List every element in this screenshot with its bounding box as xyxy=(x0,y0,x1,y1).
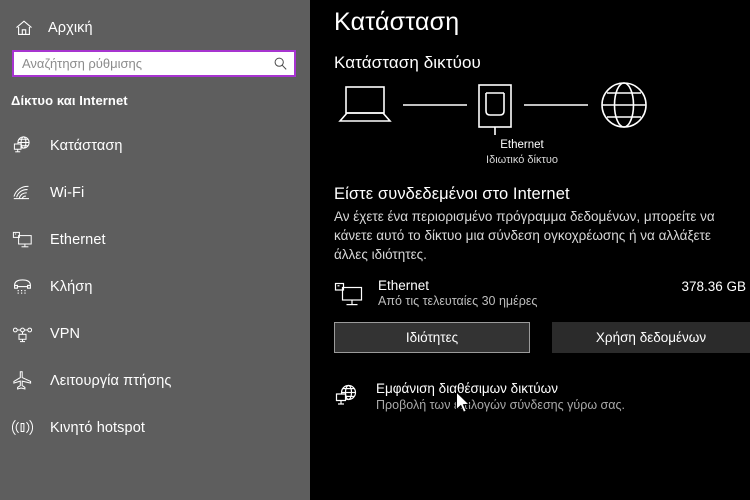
airplane-icon xyxy=(12,370,33,391)
dialup-phone-icon xyxy=(12,276,33,297)
section-heading: Κατάσταση δικτύου xyxy=(334,53,481,72)
network-diagram: Ethernet Ιδιωτικό δίκτυο xyxy=(334,81,750,171)
sidebar-item-wifi[interactable]: Wi-Fi xyxy=(0,169,310,216)
sidebar-item-label: Κλήση xyxy=(50,278,93,295)
home-nav-item[interactable]: Αρχική xyxy=(0,0,310,42)
sidebar-item-mobile-hotspot[interactable]: Κινητό hotspot xyxy=(0,404,310,451)
sidebar-item-airplane-mode[interactable]: Λειτουργία πτήσης xyxy=(0,357,310,404)
sidebar-item-label: Κινητό hotspot xyxy=(50,419,145,436)
ethernet-icon xyxy=(12,229,33,250)
adapter-subtitle: Από τις τελευταίες 30 ημέρες xyxy=(378,294,538,308)
connection-status-heading: Είστε συνδεδεμένοι στο Internet xyxy=(334,185,570,203)
search-icon[interactable] xyxy=(273,56,288,71)
home-nav-label: Αρχική xyxy=(48,19,93,36)
settings-window: Αρχική Δίκτυο και Internet xyxy=(0,0,750,500)
wifi-icon xyxy=(12,182,33,203)
search-input[interactable] xyxy=(22,52,273,75)
sidebar-item-label: VPN xyxy=(50,325,81,342)
sidebar-item-label: Λειτουργία πτήσης xyxy=(50,372,172,389)
diagram-network-type: Ιδιωτικό δίκτυο xyxy=(486,154,558,166)
ethernet-port-icon xyxy=(478,84,512,135)
data-usage-button[interactable]: Χρήση δεδομένων xyxy=(552,322,750,353)
vpn-icon xyxy=(12,323,33,344)
ethernet-adapter-icon xyxy=(334,281,364,309)
settings-sidebar: Αρχική Δίκτυο και Internet xyxy=(0,0,310,500)
mobile-hotspot-icon xyxy=(11,417,34,438)
sidebar-item-dialup[interactable]: Κλήση xyxy=(0,263,310,310)
sidebar-item-ethernet[interactable]: Ethernet xyxy=(0,216,310,263)
sidebar-category-title: Δίκτυο και Internet xyxy=(11,93,128,108)
show-networks-subtitle: Προβολή των επιλογών σύνδεσης γύρω σας. xyxy=(376,398,625,412)
globe-icon xyxy=(601,82,647,128)
show-networks-title: Εμφάνιση διαθέσιμων δικτύων xyxy=(376,381,558,396)
status-globe-icon xyxy=(12,135,33,156)
search-box[interactable] xyxy=(12,50,296,77)
adapter-name: Ethernet xyxy=(378,278,430,293)
page-title: Κατάσταση xyxy=(334,8,460,36)
sidebar-nav-list: Κατάσταση Wi-Fi Ethernet Κλήση VPN Λειτο… xyxy=(0,122,310,451)
adapter-texts: Ethernet Από τις τελευταίες 30 ημέρες xyxy=(378,278,681,308)
sidebar-item-label: Κατάσταση xyxy=(50,137,123,154)
laptop-icon xyxy=(338,86,392,122)
sidebar-item-vpn[interactable]: VPN xyxy=(0,310,310,357)
adapter-data-usage: 378.36 GB xyxy=(681,279,746,294)
sidebar-item-status[interactable]: Κατάσταση xyxy=(0,122,310,169)
diagram-network-name: Ethernet xyxy=(500,139,544,151)
action-button-row: Ιδιότητες Χρήση δεδομένων xyxy=(334,322,750,353)
sidebar-item-label: Wi-Fi xyxy=(50,184,85,201)
show-available-networks-item[interactable]: Εμφάνιση διαθέσιμων δικτύων Προβολή των … xyxy=(334,381,750,412)
connection-description: Αν έχετε ένα περιορισμένο πρόγραμμα δεδο… xyxy=(334,209,715,262)
show-networks-texts: Εμφάνιση διαθέσιμων δικτύων Προβολή των … xyxy=(376,381,625,412)
settings-main-content: Κατάσταση Κατάσταση δικτύου Ethernet Ιδι… xyxy=(310,0,750,500)
home-icon xyxy=(14,18,34,38)
available-networks-icon xyxy=(334,383,360,409)
adapter-summary-row: Ethernet Από τις τελευταίες 30 ημέρες 37… xyxy=(334,278,750,309)
properties-button[interactable]: Ιδιότητες xyxy=(334,322,530,353)
sidebar-item-label: Ethernet xyxy=(50,231,106,248)
